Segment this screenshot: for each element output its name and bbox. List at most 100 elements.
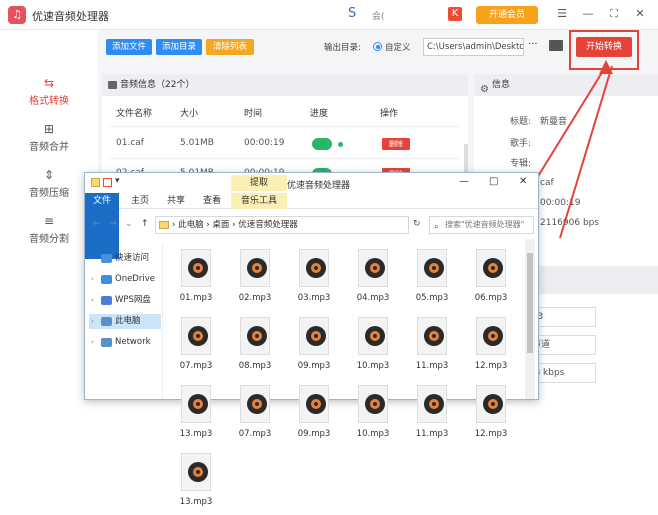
file-item[interactable]: 07.mp3: [226, 381, 284, 447]
menu-icon[interactable]: ☰: [554, 6, 570, 22]
singer-label: 歌手:: [510, 139, 532, 149]
file-item[interactable]: 05.mp3: [403, 245, 461, 311]
tab-share[interactable]: 共享: [161, 193, 191, 209]
file-item[interactable]: 01.mp3: [167, 245, 225, 311]
file-name: 10.mp3: [356, 429, 390, 439]
app-title: 优速音频处理器: [32, 10, 109, 23]
custom-radio[interactable]: [373, 42, 382, 51]
file-item[interactable]: 09.mp3: [285, 381, 343, 447]
output-dir-label: 输出目录:: [324, 43, 361, 53]
col-header-name: 文件名称: [116, 109, 153, 119]
file-name: 12.mp3: [474, 429, 508, 439]
recent-icon[interactable]: ⌄: [125, 219, 133, 229]
nav-item-wps[interactable]: › WPS网盘: [89, 293, 161, 308]
audio-file-icon: [181, 453, 211, 491]
disc-icon: [424, 394, 444, 414]
up-icon[interactable]: ↑: [141, 219, 149, 229]
computer-icon: [101, 317, 112, 326]
disc-icon: [424, 326, 444, 346]
nav-item-label: OneDrive: [115, 274, 155, 284]
clear-list-button[interactable]: 清除列表: [206, 39, 254, 55]
minimize-icon[interactable]: —: [580, 6, 596, 22]
file-item[interactable]: 13.mp3: [167, 449, 225, 515]
k-icon[interactable]: K: [448, 7, 462, 21]
properties-icon[interactable]: [103, 178, 112, 187]
file-explorer-window: ▾ 提取 优速音频处理器 — □ ✕ 文件 主页 共享 查看 音乐工具 ← → …: [84, 172, 539, 507]
file-item[interactable]: 10.mp3: [344, 381, 402, 447]
minimize-icon[interactable]: —: [459, 176, 469, 187]
file-item[interactable]: 07.mp3: [167, 313, 225, 379]
file-item[interactable]: 06.mp3: [462, 245, 520, 311]
vip-button[interactable]: 开通会员: [476, 6, 538, 24]
nav-item-this-pc[interactable]: › 此电脑: [89, 314, 161, 329]
file-name: 11.mp3: [415, 429, 449, 439]
bitrate-value: 2116906 bps: [540, 218, 600, 228]
sidebar-item-format-convert[interactable]: ⇆ 格式转换: [0, 76, 98, 116]
add-file-button[interactable]: 添加文件: [106, 39, 152, 55]
address-field[interactable]: › 此电脑 › 桌面 › 优速音频处理器: [155, 216, 409, 234]
file-item[interactable]: 12.mp3: [462, 381, 520, 447]
forward-icon[interactable]: →: [109, 219, 117, 229]
file-item[interactable]: 04.mp3: [344, 245, 402, 311]
audio-file-icon: [417, 249, 447, 287]
file-item[interactable]: 11.mp3: [403, 381, 461, 447]
file-item[interactable]: 08.mp3: [226, 313, 284, 379]
add-dir-button[interactable]: 添加目录: [156, 39, 202, 55]
explorer-scrollbar[interactable]: [525, 239, 535, 399]
more-button[interactable]: ···: [528, 39, 538, 50]
close-icon[interactable]: ✕: [519, 176, 527, 187]
output-path-field[interactable]: C:\Users\admin\Deskto: [423, 38, 524, 56]
user-name[interactable]: 会(: [372, 9, 385, 22]
nav-item-quick-access[interactable]: › 快速访问: [89, 251, 161, 266]
sidebar-item-audio-merge[interactable]: ⊞ 音频合并: [0, 122, 98, 162]
row-name: 01.caf: [116, 138, 144, 148]
file-item[interactable]: 09.mp3: [285, 313, 343, 379]
file-item[interactable]: 12.mp3: [462, 313, 520, 379]
search-input[interactable]: ⌕ 搜索"优速音频处理器": [429, 216, 534, 234]
custom-label[interactable]: 自定义: [385, 41, 411, 53]
title-value: 新曼音: [540, 117, 568, 127]
col-header-progress: 进度: [310, 109, 329, 119]
delete-button[interactable]: 删除: [382, 138, 410, 150]
disc-icon: [247, 326, 267, 346]
tab-music-tools[interactable]: 音乐工具: [231, 193, 287, 209]
file-item[interactable]: 02.mp3: [226, 245, 284, 311]
ribbon-tabs: 文件 主页 共享 查看 音乐工具: [85, 193, 538, 259]
nav-item-onedrive[interactable]: › OneDrive: [89, 272, 161, 287]
refresh-icon[interactable]: ↻: [413, 219, 421, 229]
quick-access-dropdown-icon[interactable]: ▾: [115, 176, 120, 186]
disc-icon: [247, 394, 267, 414]
file-grid: 01.mp3 02.mp3 03.mp3 04.mp3 05.mp3 06.mp3 07.m…: [165, 239, 521, 507]
disc-icon: [483, 394, 503, 414]
file-item[interactable]: 11.mp3: [403, 313, 461, 379]
start-convert-button[interactable]: 开始转换: [576, 37, 632, 57]
tab-home[interactable]: 主页: [125, 193, 155, 209]
close-icon[interactable]: ✕: [632, 6, 648, 22]
file-name: 02.mp3: [238, 293, 272, 303]
disc-icon: [247, 258, 267, 278]
sidebar-item-label: 格式转换: [29, 96, 69, 107]
extract-tab[interactable]: 提取: [231, 175, 287, 191]
address-path: › 此电脑 › 桌面 › 优速音频处理器: [172, 220, 298, 230]
maximize-icon[interactable]: ⛶: [606, 6, 622, 22]
address-bar-row: ← → ⌄ ↑ › 此电脑 › 桌面 › 优速音频处理器 ↻ ⌕ 搜索"优速音频…: [85, 211, 538, 237]
tab-view[interactable]: 查看: [197, 193, 227, 209]
file-item[interactable]: 13.mp3: [167, 381, 225, 447]
disc-icon: [365, 394, 385, 414]
folder-icon[interactable]: [549, 40, 563, 51]
convert-icon: ⇆: [43, 76, 55, 90]
maximize-icon[interactable]: □: [489, 176, 498, 187]
back-icon[interactable]: ←: [93, 219, 101, 229]
file-item[interactable]: 03.mp3: [285, 245, 343, 311]
file-name: 10.mp3: [356, 361, 390, 371]
scroll-thumb[interactable]: [527, 253, 533, 353]
file-name: 07.mp3: [238, 429, 272, 439]
file-name: 12.mp3: [474, 361, 508, 371]
nav-item-network[interactable]: › Network: [89, 335, 161, 350]
search-placeholder: 搜索"优速音频处理器": [445, 220, 525, 229]
file-item[interactable]: 10.mp3: [344, 313, 402, 379]
nav-item-label: 此电脑: [115, 316, 141, 326]
image-icon: [108, 81, 117, 89]
brand-s-icon[interactable]: S: [348, 6, 356, 21]
audio-panel-header: 音频信息（22个）: [102, 74, 468, 96]
